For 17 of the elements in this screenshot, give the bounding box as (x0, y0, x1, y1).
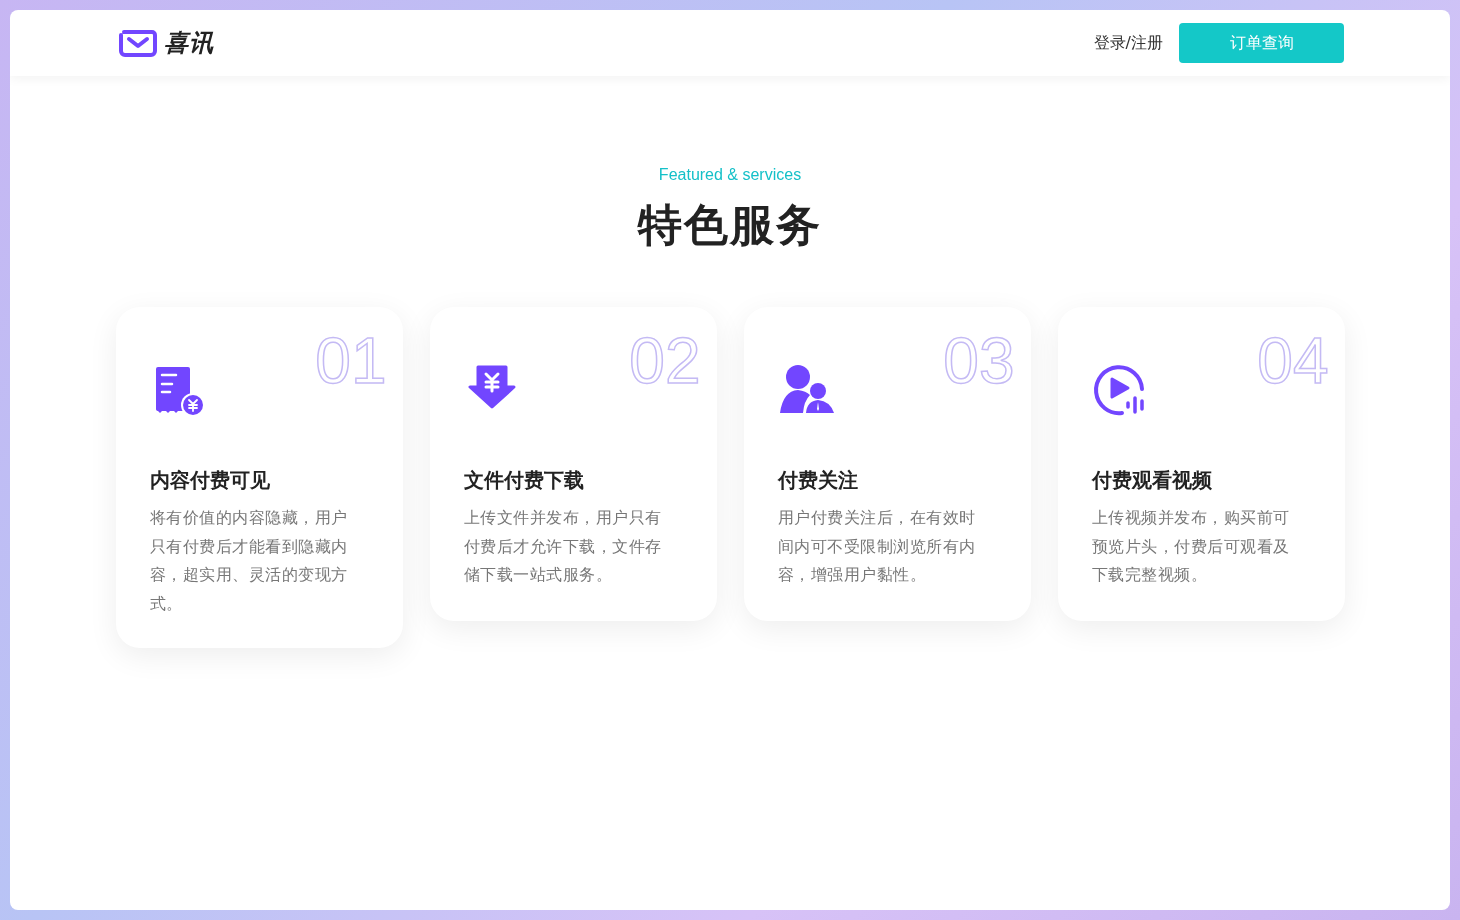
card-number: 03 (943, 329, 1015, 393)
card-description: 将有价值的内容隐藏，用户只有付费后才能看到隐藏内容，超实用、灵活的变现方式。 (149, 507, 349, 615)
login-link[interactable]: 登录/注册 (1093, 32, 1163, 54)
card-description: 用户付费关注后，在有效时间内可不受限制浏览所有内容，增强用户黏性。 (777, 507, 977, 586)
card-title: 付费关注 (777, 467, 859, 494)
section-title: 特色服务 (638, 198, 822, 252)
card-title: 文件付费下载 (463, 467, 585, 494)
card-number: 02 (629, 329, 701, 393)
card-title: 付费观看视频 (1091, 467, 1213, 494)
card-number: 04 (1257, 329, 1329, 393)
card-title: 内容付费可见 (149, 467, 271, 494)
card-description: 上传文件并发布，用户只有付费后才允许下载，文件存储下载一站式服务。 (463, 507, 663, 586)
card-number: 01 (315, 329, 387, 393)
logo-icon (118, 28, 158, 58)
card-description: 上传视频并发布，购买前可预览片头，付费后可观看及下载完整视频。 (1091, 507, 1291, 586)
brand-name[interactable]: 喜讯 (164, 27, 214, 59)
section-subtitle: Featured & services (658, 166, 802, 184)
